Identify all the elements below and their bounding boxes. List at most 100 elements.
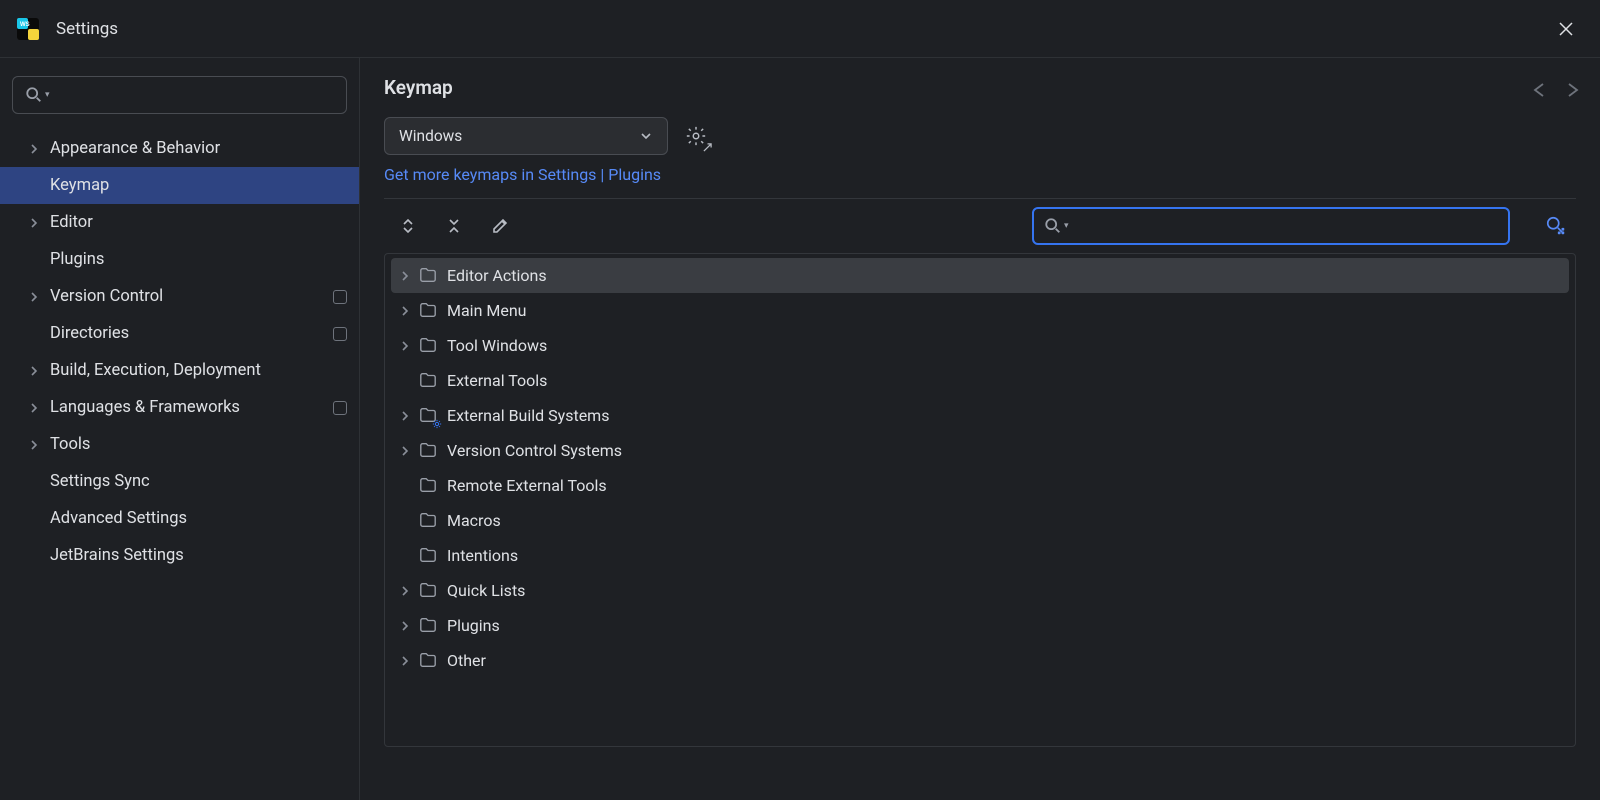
keymap-select-value: Windows [399, 127, 462, 145]
keymap-select[interactable]: Windows [384, 117, 668, 155]
action-group-row[interactable]: Version Control Systems [391, 433, 1569, 468]
main-panel: Keymap Windows Get more keymaps in Setti… [360, 58, 1600, 800]
chevron-right-icon [399, 340, 419, 352]
action-group-label: Editor Actions [447, 266, 547, 285]
sidebar-item-label: Directories [50, 324, 129, 343]
folder-icon [419, 651, 439, 671]
sidebar-item-label: JetBrains Settings [50, 546, 184, 565]
sidebar-item-label: Advanced Settings [50, 509, 187, 528]
sidebar-item-label: Settings Sync [50, 472, 150, 491]
folder-icon [419, 336, 439, 356]
sidebar-item[interactable]: Plugins [0, 241, 359, 278]
sidebar-item[interactable]: Appearance & Behavior [0, 130, 359, 167]
action-search-field[interactable] [1075, 218, 1498, 235]
folder-icon [419, 441, 439, 461]
folder-icon [419, 266, 439, 286]
sidebar-item[interactable]: Keymap [0, 167, 359, 204]
get-more-keymaps-link[interactable]: Get more keymaps in Settings | Plugins [384, 165, 661, 184]
chevron-right-icon [399, 620, 419, 632]
sidebar-item-label: Appearance & Behavior [50, 139, 220, 158]
action-group-row[interactable]: Quick Lists [391, 573, 1569, 608]
sidebar-item[interactable]: Settings Sync [0, 463, 359, 500]
action-group-label: Main Menu [447, 301, 526, 320]
action-group-label: Other [447, 651, 486, 670]
chevron-right-icon [28, 439, 46, 451]
action-group-row[interactable]: Plugins [391, 608, 1569, 643]
chevron-right-icon [399, 585, 419, 597]
action-group-row[interactable]: Editor Actions [391, 258, 1569, 293]
folder-icon [419, 301, 439, 321]
sidebar-item-label: Plugins [50, 250, 104, 269]
action-search-input[interactable]: ▾ [1032, 207, 1510, 245]
chevron-right-icon [28, 217, 46, 229]
action-group-row[interactable]: External Tools [391, 363, 1569, 398]
action-group-label: External Build Systems [447, 406, 609, 425]
sidebar-item[interactable]: Version Control [0, 278, 359, 315]
nav-forward-button[interactable] [1562, 80, 1582, 100]
chevron-right-icon [399, 655, 419, 667]
close-button[interactable] [1542, 0, 1590, 57]
project-scope-badge [333, 290, 347, 304]
folder-icon [419, 546, 439, 566]
action-group-label: Version Control Systems [447, 441, 622, 460]
chevron-right-icon [28, 143, 46, 155]
sidebar-item-label: Editor [50, 213, 93, 232]
app-icon: WS [16, 17, 40, 41]
window-title: Settings [56, 19, 118, 39]
action-group-label: Remote External Tools [447, 476, 607, 495]
sidebar-item-label: Languages & Frameworks [50, 398, 240, 417]
sidebar-item-label: Keymap [50, 176, 109, 195]
action-group-label: Intentions [447, 546, 518, 565]
sidebar-search-field[interactable] [56, 88, 334, 103]
project-scope-badge [333, 327, 347, 341]
action-group-label: Tool Windows [447, 336, 547, 355]
chevron-right-icon [399, 410, 419, 422]
sidebar-item[interactable]: Editor [0, 204, 359, 241]
action-group-label: Quick Lists [447, 581, 525, 600]
chevron-right-icon [399, 270, 419, 282]
edit-shortcut-button[interactable] [486, 212, 514, 240]
folder-icon [419, 616, 439, 636]
page-title: Keymap [384, 76, 453, 99]
chevron-right-icon [28, 402, 46, 414]
collapse-all-button[interactable] [440, 212, 468, 240]
sidebar-item-label: Build, Execution, Deployment [50, 361, 261, 380]
find-by-shortcut-button[interactable] [1542, 212, 1570, 240]
action-group-label: Macros [447, 511, 501, 530]
sidebar-item-label: Version Control [50, 287, 163, 306]
folder-icon [419, 476, 439, 496]
svg-text:WS: WS [20, 22, 30, 28]
action-group-row[interactable]: Intentions [391, 538, 1569, 573]
keymap-toolbar: ▾ [384, 199, 1576, 253]
sidebar-item[interactable]: JetBrains Settings [0, 537, 359, 574]
sidebar-item[interactable]: Languages & Frameworks [0, 389, 359, 426]
chevron-right-icon [399, 445, 419, 457]
expand-all-button[interactable] [394, 212, 422, 240]
sidebar-item[interactable]: Build, Execution, Deployment [0, 352, 359, 389]
chevron-right-icon [399, 305, 419, 317]
action-group-row[interactable]: Remote External Tools [391, 468, 1569, 503]
chevron-down-icon [639, 129, 653, 143]
sidebar-item[interactable]: Tools [0, 426, 359, 463]
sidebar-item-label: Tools [50, 435, 90, 454]
action-group-row[interactable]: Tool Windows [391, 328, 1569, 363]
search-dropdown-icon: ▾ [1064, 221, 1069, 231]
action-group-row[interactable]: Main Menu [391, 293, 1569, 328]
folder-gear-icon [419, 406, 439, 426]
sidebar-item[interactable]: Directories [0, 315, 359, 352]
sidebar-item[interactable]: Advanced Settings [0, 500, 359, 537]
sidebar-search-input[interactable]: ▾ [12, 76, 347, 114]
folder-icon [419, 581, 439, 601]
keymap-actions-button[interactable] [682, 122, 710, 150]
titlebar: WS Settings [0, 0, 1600, 58]
folder-icon [419, 371, 439, 391]
action-group-label: External Tools [447, 371, 547, 390]
folder-icon [419, 511, 439, 531]
nav-back-button[interactable] [1530, 80, 1550, 100]
sidebar-tree: Appearance & Behavior Keymap Editor Plugins… [0, 126, 359, 578]
action-group-row[interactable]: External Build Systems [391, 398, 1569, 433]
chevron-right-icon [28, 365, 46, 377]
chevron-right-icon [28, 291, 46, 303]
action-group-row[interactable]: Macros [391, 503, 1569, 538]
action-group-row[interactable]: Other [391, 643, 1569, 678]
